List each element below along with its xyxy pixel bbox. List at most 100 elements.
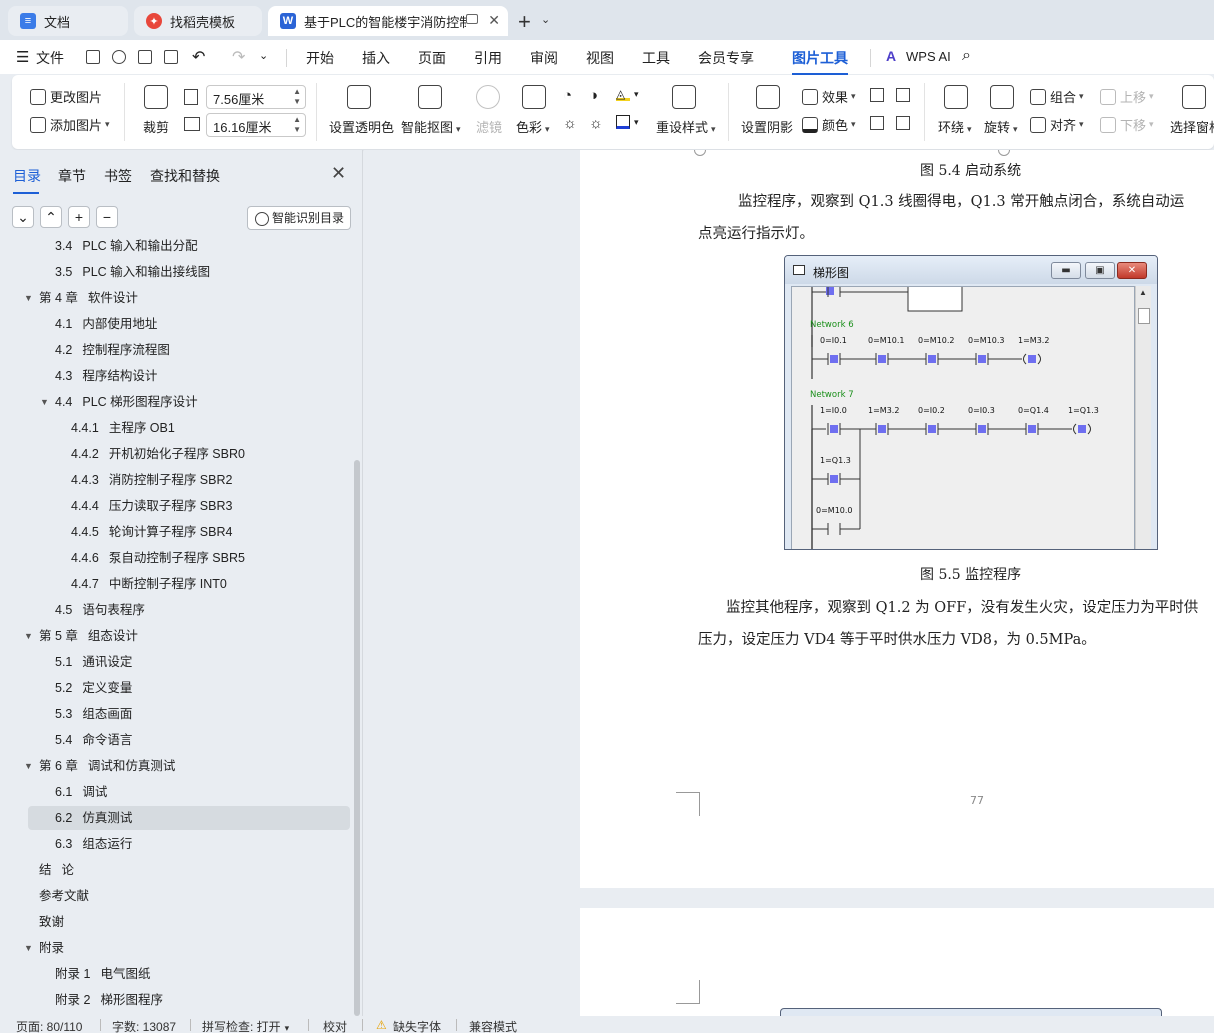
tab-docs[interactable]: ≡ 文档	[8, 6, 128, 36]
add-heading-icon[interactable]: +	[68, 206, 90, 228]
rotate-button[interactable]: 旋转 ▾	[984, 117, 1018, 136]
screen-icon[interactable]	[466, 14, 478, 24]
crop-icon[interactable]	[144, 85, 168, 109]
wps-ai-button[interactable]: WPS AI	[906, 49, 951, 64]
panel-tab-sections[interactable]: 章节	[58, 166, 86, 186]
wrap-button[interactable]: 环绕 ▾	[938, 117, 972, 136]
menu-member[interactable]: 会员专享	[698, 48, 754, 68]
toc-item[interactable]: 5.2 定义变量	[55, 676, 132, 700]
next-image-top[interactable]	[780, 1008, 1162, 1016]
menu-references[interactable]: 引用	[474, 48, 502, 68]
filter-button[interactable]: 滤镜	[476, 117, 502, 136]
add-image-button[interactable]: 添加图片 ▾	[30, 115, 110, 134]
move-up-button[interactable]: 上移 ▾	[1100, 87, 1154, 106]
menu-review[interactable]: 审阅	[530, 48, 558, 68]
crop-button[interactable]: 裁剪	[143, 117, 169, 136]
toc-item[interactable]: 4.5 语句表程序	[55, 598, 145, 622]
search-icon[interactable]: ⌕	[962, 47, 971, 65]
shadow-down-icon[interactable]	[896, 88, 910, 102]
panel-tab-bookmarks[interactable]: 书签	[104, 166, 132, 186]
expand-toggle-icon[interactable]: ▼	[24, 286, 33, 310]
proofread[interactable]: 校对	[323, 1018, 347, 1033]
redo-icon[interactable]: ↷	[232, 47, 245, 67]
smart-cutout-button[interactable]: 智能抠图 ▾	[401, 117, 461, 136]
shadow-color-button[interactable]: 颜色 ▾	[802, 115, 856, 134]
menu-insert[interactable]: 插入	[362, 48, 390, 68]
reset-style-button[interactable]: 重设样式 ▾	[656, 117, 716, 136]
filter-icon[interactable]	[476, 85, 500, 109]
effect-button[interactable]: 效果 ▾	[802, 87, 856, 106]
toc-item[interactable]: 4.4.3 消防控制子程序 SBR2	[71, 468, 232, 492]
toc-item[interactable]: 6.2 仿真测试	[28, 806, 350, 830]
toc-item[interactable]: 4.4.7 中断控制子程序 INT0	[71, 572, 227, 596]
page-count[interactable]: 页面: 80/110	[16, 1018, 82, 1033]
image-handle-icon[interactable]	[998, 150, 1010, 156]
highlight-color-icon[interactable]: ◬	[616, 87, 630, 101]
remove-heading-icon[interactable]: −	[96, 206, 118, 228]
toc-item[interactable]: 4.4.6 泵自动控制子程序 SBR5	[71, 546, 245, 570]
toc-item[interactable]: ▼ 4.4 PLC 梯形图程序设计	[40, 390, 198, 414]
set-shadow-button[interactable]: 设置阴影	[741, 117, 793, 136]
close-tab-icon[interactable]: ✕	[488, 12, 500, 29]
spell-check[interactable]: 拼写检查: 打开 ▾	[202, 1018, 289, 1033]
toc-item[interactable]: ▼ 附录	[24, 936, 64, 960]
color-button[interactable]: 色彩 ▾	[516, 117, 550, 136]
toc-item[interactable]: ▼ 第 6 章调试和仿真测试	[24, 754, 175, 778]
border-dropdown-icon[interactable]: ▾	[634, 117, 639, 128]
spinner-arrows-icon[interactable]: ▲ ▼	[293, 115, 301, 135]
contrast-down-icon[interactable]: ☼	[589, 115, 603, 132]
select-pane-icon[interactable]	[1182, 85, 1206, 109]
shadow-up-icon[interactable]	[870, 88, 884, 102]
height-input[interactable]: 16.16厘米 ▲ ▼	[206, 113, 306, 137]
toc-item[interactable]: ▼ 第 4 章软件设计	[24, 286, 138, 310]
menu-view[interactable]: 视图	[586, 48, 614, 68]
shadow-right-icon[interactable]	[896, 116, 910, 130]
panel-tab-find-replace[interactable]: 查找和替换	[150, 166, 220, 186]
toc-item[interactable]: 5.3 组态画面	[55, 702, 132, 726]
word-count[interactable]: 字数: 13087	[112, 1018, 176, 1033]
print-preview-icon[interactable]	[164, 50, 178, 64]
shadow-left-icon[interactable]	[870, 116, 884, 130]
toc-item[interactable]: 6.3 组态运行	[55, 832, 132, 856]
expand-up-icon[interactable]: ⌃	[40, 206, 62, 228]
toc-item[interactable]: 4.4.4 压力读取子程序 SBR3	[71, 494, 232, 518]
toc-item[interactable]: 4.1 内部使用地址	[55, 312, 157, 336]
contrast-up-icon[interactable]: ◑	[589, 87, 598, 104]
reset-style-icon[interactable]	[672, 85, 696, 109]
color-icon[interactable]	[522, 85, 546, 109]
set-shadow-icon[interactable]	[756, 85, 780, 109]
print-icon[interactable]	[138, 50, 152, 64]
move-down-button[interactable]: 下移 ▾	[1100, 115, 1154, 134]
toc-item[interactable]: 参考文献	[39, 884, 89, 908]
highlight-dropdown-icon[interactable]: ▾	[634, 89, 639, 100]
brightness-up-icon[interactable]: ◔	[563, 87, 572, 104]
hamburger-icon[interactable]: ☰	[16, 48, 29, 66]
missing-font[interactable]: 缺失字体	[393, 1018, 441, 1033]
smart-cutout-icon[interactable]	[418, 85, 442, 109]
menu-page[interactable]: 页面	[418, 48, 446, 68]
toc-item[interactable]: 4.4.2 开机初始化子程序 SBR0	[71, 442, 245, 466]
wrap-icon[interactable]	[944, 85, 968, 109]
width-input[interactable]: 7.56厘米 ▲ ▼	[206, 85, 306, 109]
tab-docer[interactable]: ✦ 找稻壳模板	[134, 6, 262, 36]
compat-mode[interactable]: 兼容模式	[469, 1018, 517, 1033]
spinner-arrows-icon[interactable]: ▲ ▼	[293, 87, 301, 107]
align-button[interactable]: 对齐 ▾	[1030, 115, 1084, 134]
toc-item[interactable]: 4.3 程序结构设计	[55, 364, 157, 388]
toc-item[interactable]: 3.4 PLC 输入和输出分配	[55, 236, 198, 258]
close-panel-icon[interactable]: ✕	[331, 163, 346, 184]
brightness-down-icon[interactable]: ☼	[563, 115, 577, 132]
expand-toggle-icon[interactable]: ▼	[24, 754, 33, 778]
ladder-diagram-image[interactable]: 梯形图 ▬ ▣ ✕ Network 6 0=I0.1 0=M10.1 0=M10…	[784, 255, 1158, 550]
rotate-icon[interactable]	[990, 85, 1014, 109]
menu-start[interactable]: 开始	[306, 48, 334, 68]
toc-item[interactable]: 致谢	[39, 910, 64, 934]
ai-toc-button[interactable]: 智能识别目录	[247, 206, 351, 230]
set-transparent-icon[interactable]	[347, 85, 371, 109]
expand-toggle-icon[interactable]: ▼	[24, 936, 33, 960]
undo-icon[interactable]: ↶	[192, 47, 205, 67]
change-image-button[interactable]: 更改图片	[30, 87, 102, 106]
group-button[interactable]: 组合 ▾	[1030, 87, 1084, 106]
toc-item[interactable]: 4.4.1 主程序 OB1	[71, 416, 175, 440]
toc-item[interactable]: 4.2 控制程序流程图	[55, 338, 170, 362]
